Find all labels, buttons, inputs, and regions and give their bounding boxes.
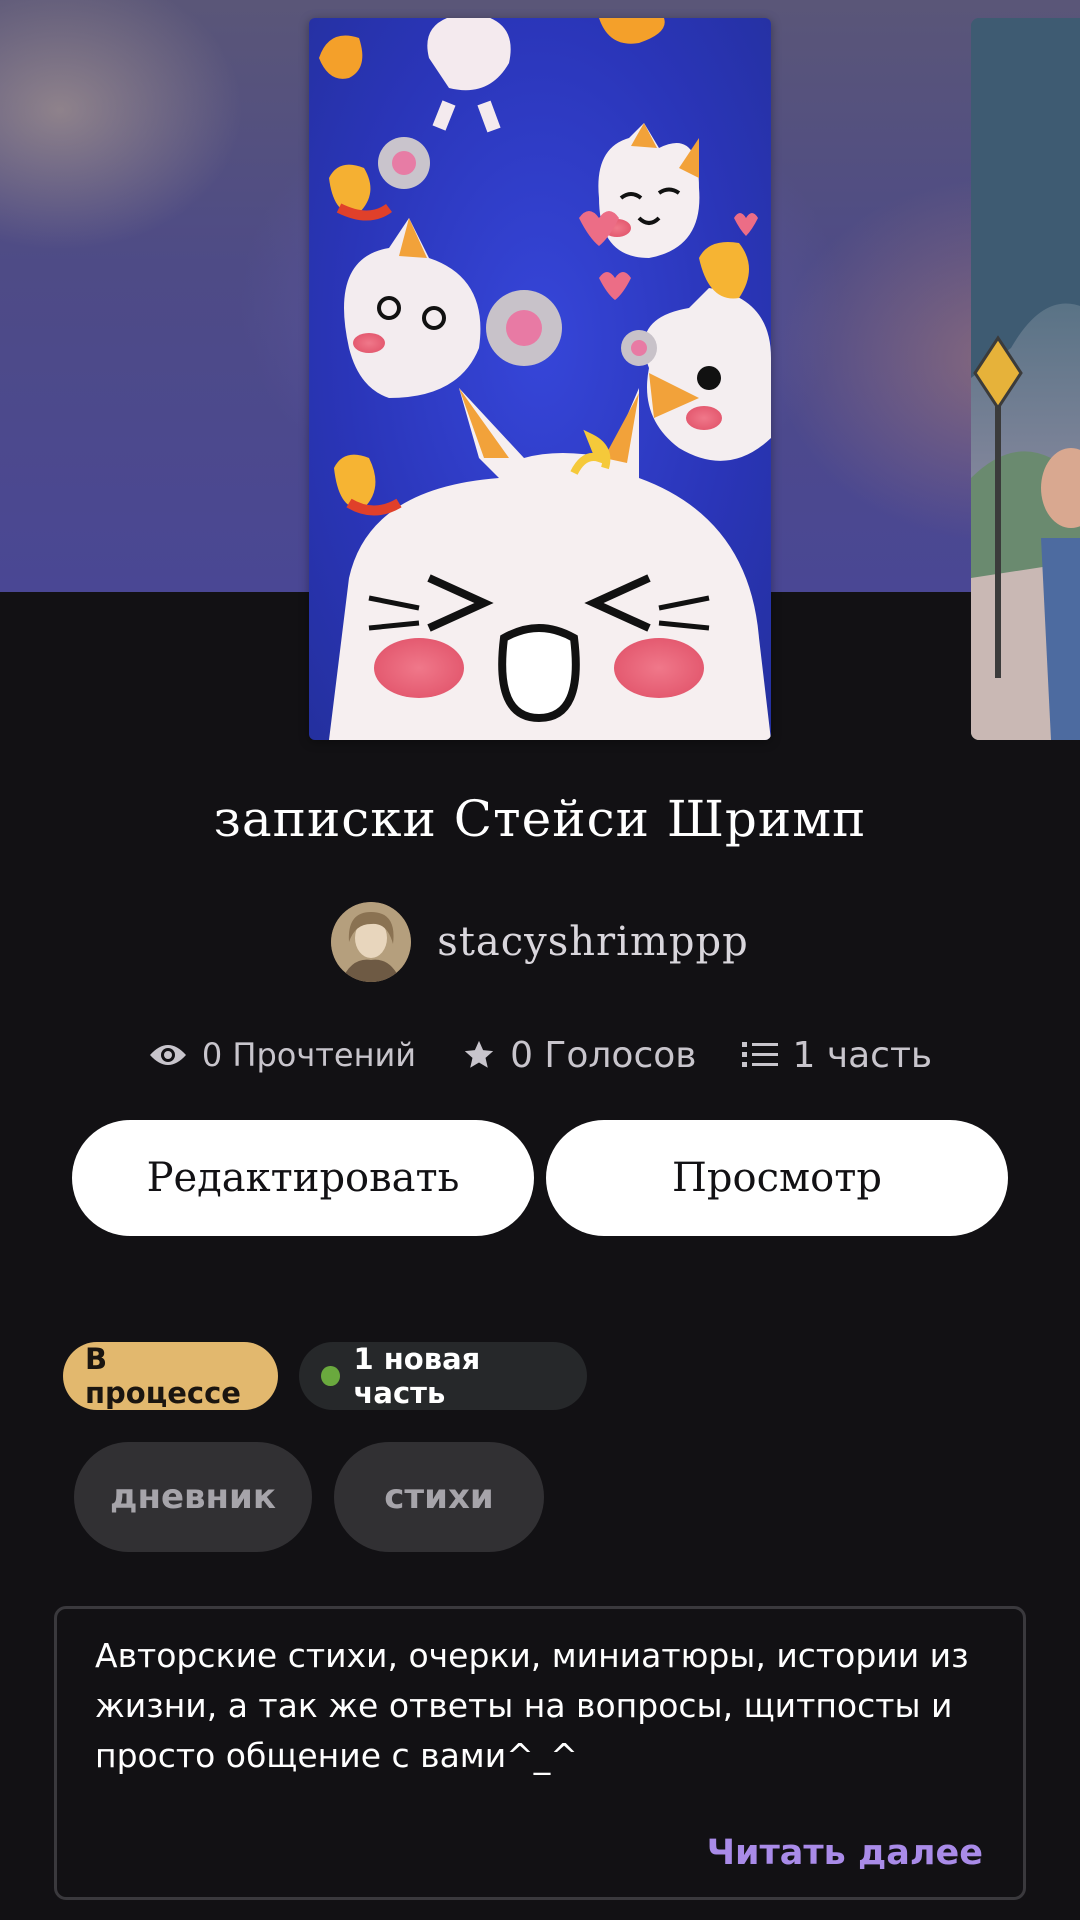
tag-chip[interactable]: стихи — [334, 1442, 544, 1552]
description-text: Авторские стихи, очерки, миниатюры, исто… — [95, 1636, 969, 1775]
new-parts-label: 1 новая часть — [353, 1342, 481, 1410]
tag-chip[interactable]: дневник — [74, 1442, 312, 1552]
votes-stat: 0 Голосов — [462, 1035, 696, 1076]
edit-button[interactable]: Редактировать — [72, 1120, 534, 1236]
preview-button[interactable]: Просмотр — [546, 1120, 1008, 1236]
story-stats: 0 Прочтений 0 Голосов 1 часть — [0, 1025, 1080, 1085]
author-row[interactable]: stacyshrimppp — [0, 900, 1080, 984]
read-more-link[interactable]: Читать далее — [707, 1833, 983, 1873]
new-parts-badge: 1 новая часть — [299, 1342, 587, 1410]
parts-stat: 1 часть — [742, 1035, 932, 1076]
author-name[interactable]: stacyshrimppp — [437, 919, 748, 965]
eye-icon — [148, 1041, 188, 1069]
votes-count: 0 Голосов — [510, 1034, 697, 1076]
parts-count: 1 часть — [792, 1034, 933, 1076]
star-icon — [462, 1038, 496, 1072]
cover-artwork — [319, 18, 771, 740]
book-cover[interactable] — [309, 18, 771, 740]
new-indicator-dot — [321, 1366, 340, 1386]
description-box: Авторские стихи, очерки, миниатюры, исто… — [54, 1606, 1026, 1900]
author-avatar[interactable] — [331, 902, 412, 982]
status-badge-label: В процессе — [85, 1342, 241, 1410]
reads-count: 0 Прочтений — [201, 1036, 417, 1074]
next-cover-artwork — [971, 18, 1080, 740]
reads-stat: 0 Прочтений — [148, 1036, 416, 1074]
status-badge: В процессе — [63, 1342, 278, 1410]
next-book-cover[interactable] — [971, 18, 1080, 740]
story-title: записки Стейси Шримп — [213, 790, 867, 848]
list-icon — [742, 1040, 779, 1070]
